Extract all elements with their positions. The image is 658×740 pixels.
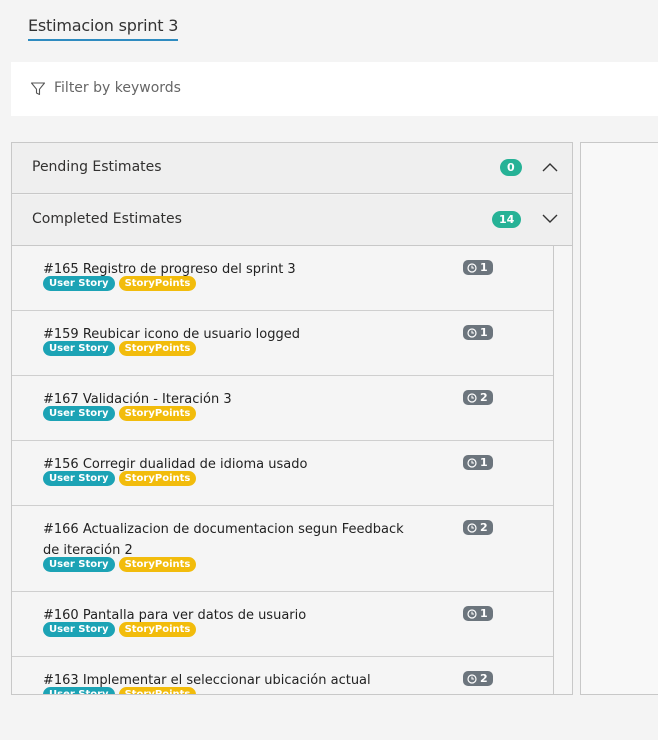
work-item-row[interactable]: #163 Implementar el seleccionar ubicació… [12,657,553,694]
estimate-badge: 1 [463,325,493,340]
pending-estimates-title: Pending Estimates [32,159,162,175]
storypoints-tag: StoryPoints [118,471,197,486]
storypoints-tag: StoryPoints [118,341,197,356]
user-story-tag: User Story [43,622,115,637]
completed-count-badge: 14 [492,211,522,228]
estimate-value: 1 [480,456,488,469]
storypoints-tag: StoryPoints [118,557,197,572]
filter-bar[interactable]: Filter by keywords [11,62,658,116]
user-story-tag: User Story [43,341,115,356]
estimate-badge: 2 [463,390,493,405]
clock-icon [467,262,477,273]
user-story-tag: User Story [43,687,115,694]
clock-icon [467,327,477,338]
clock-icon [467,522,477,533]
work-item-tags: User Story StoryPoints [43,557,197,572]
scrollbar[interactable] [553,246,572,694]
work-item-row[interactable]: #165 Registro de progreso del sprint 3 U… [12,246,553,311]
estimate-value: 1 [480,607,488,620]
detail-panel [580,142,658,695]
work-item-tags: User Story StoryPoints [43,341,197,356]
work-item-tags: User Story StoryPoints [43,276,197,291]
chevron-up-icon[interactable] [542,161,558,173]
user-story-tag: User Story [43,557,115,572]
tab-estimation-session[interactable]: Estimacion sprint 3 [28,16,178,41]
estimate-badge: 1 [463,260,493,275]
completed-estimates-header[interactable]: Completed Estimates 14 [12,195,572,246]
completed-estimates-title: Completed Estimates [32,211,182,227]
estimate-badge: 1 [463,606,493,621]
estimate-value: 1 [480,261,488,274]
estimate-value: 2 [480,391,488,404]
storypoints-tag: StoryPoints [118,406,197,421]
completed-estimates-list: #165 Registro de progreso del sprint 3 U… [12,246,553,694]
work-item-row[interactable]: #159 Reubicar icono de usuario logged Us… [12,311,553,376]
work-item-row[interactable]: #160 Pantalla para ver datos de usuario … [12,592,553,657]
clock-icon [467,392,477,403]
storypoints-tag: StoryPoints [118,687,197,694]
work-item-row[interactable]: #156 Corregir dualidad de idioma usado U… [12,441,553,506]
user-story-tag: User Story [43,276,115,291]
clock-icon [467,608,477,619]
user-story-tag: User Story [43,406,115,421]
storypoints-tag: StoryPoints [118,622,197,637]
user-story-tag: User Story [43,471,115,486]
estimate-value: 2 [480,521,488,534]
filter-input[interactable]: Filter by keywords [54,80,181,96]
work-item-tags: User Story StoryPoints [43,406,197,421]
work-item-title: #166 Actualizacion de documentacion segu… [43,522,404,558]
clock-icon [467,673,477,684]
estimate-value: 1 [480,326,488,339]
estimate-badge: 2 [463,520,493,535]
storypoints-tag: StoryPoints [118,276,197,291]
estimate-badge: 2 [463,671,493,686]
estimates-panel: Pending Estimates 0 Completed Estimates … [11,142,573,695]
filter-icon [30,82,46,96]
estimate-value: 2 [480,672,488,685]
work-item-tags: User Story StoryPoints [43,471,197,486]
clock-icon [467,457,477,468]
work-item-tags: User Story StoryPoints [43,622,197,637]
work-item-row[interactable]: #167 Validación - Iteración 3 User Story… [12,376,553,441]
pending-count-badge: 0 [500,159,522,176]
work-item-row[interactable]: #166 Actualizacion de documentacion segu… [12,506,553,592]
pending-estimates-header[interactable]: Pending Estimates 0 [12,143,572,194]
work-item-tags: User Story StoryPoints [43,687,197,694]
estimate-badge: 1 [463,455,493,470]
chevron-down-icon[interactable] [542,213,558,225]
